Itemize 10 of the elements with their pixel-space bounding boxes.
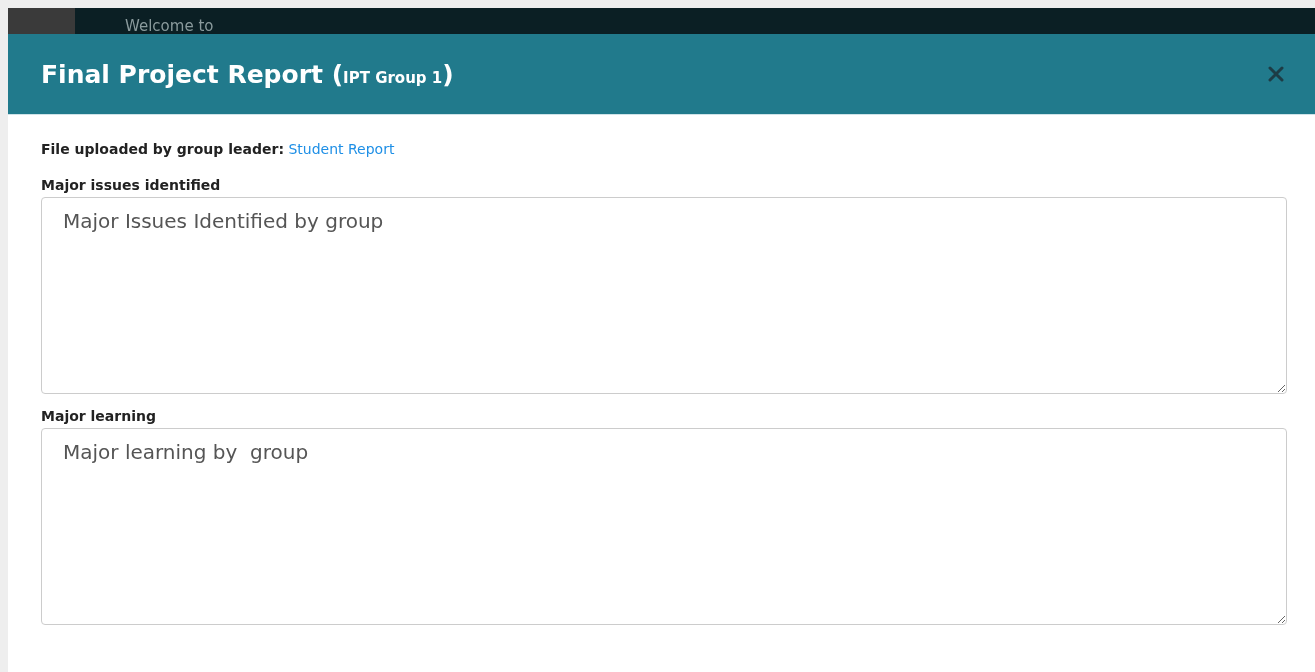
logo-block (8, 8, 75, 34)
close-icon[interactable] (1267, 65, 1285, 83)
student-report-link[interactable]: Student Report (288, 141, 395, 157)
text-area[interactable]: Major Issues Identified by group (41, 197, 1287, 394)
upload-info: File uploaded by group leader: Student Report (41, 141, 396, 157)
field-label: Major issues identified (41, 177, 222, 193)
text-area[interactable]: Major learning by group (41, 428, 1287, 625)
field-label: Major learning (41, 408, 157, 424)
modal-title: Final Project Report (IPT Group 1) (41, 59, 454, 89)
welcome-text: Welcome to (124, 16, 214, 34)
